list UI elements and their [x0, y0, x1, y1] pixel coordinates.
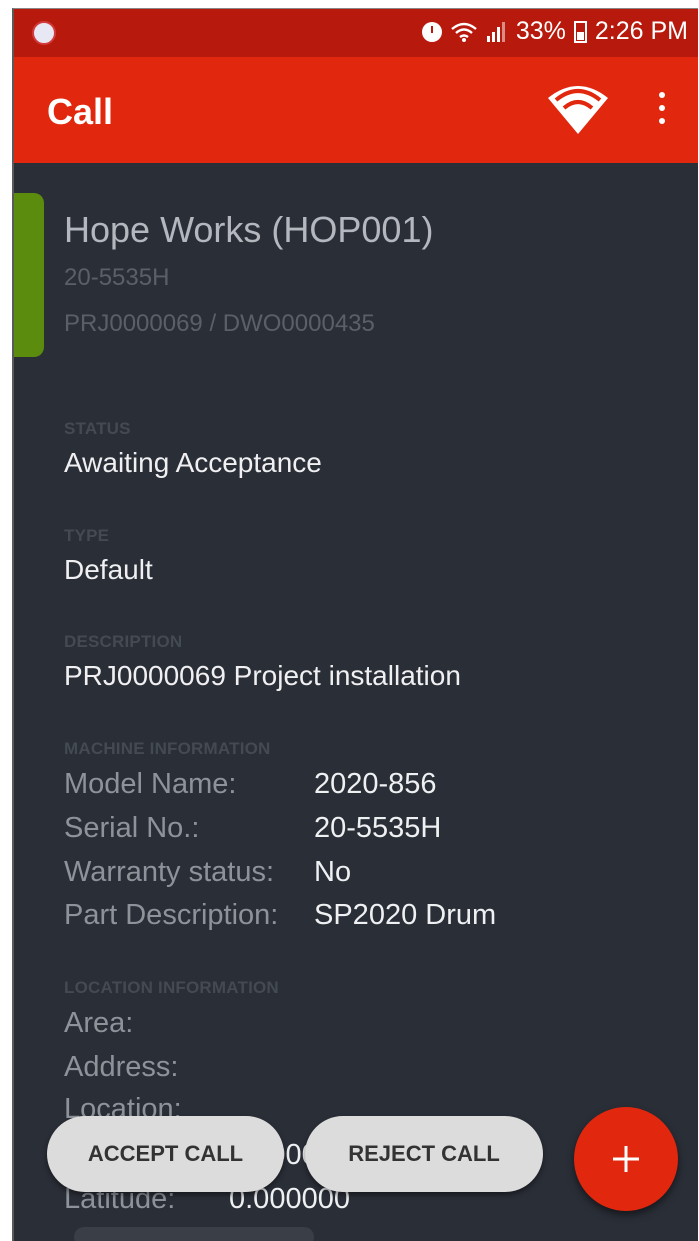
part-description-key: Part Description: — [64, 899, 279, 931]
status-value: Awaiting Acceptance — [64, 447, 322, 478]
customer-title: Hope Works (HOP001) — [64, 209, 434, 250]
serial-no-key: Serial No.: — [64, 812, 200, 844]
warranty-value: No — [314, 856, 352, 888]
status-label: STATUS — [64, 419, 131, 438]
warranty-key: Warranty status: — [64, 856, 275, 888]
accept-call-button[interactable]: ACCEPT CALL — [47, 1116, 284, 1192]
part-description-value: SP2020 Drum — [314, 899, 497, 931]
status-icons: 33% 2:26 PM — [421, 17, 688, 46]
area-key: Area: — [64, 1007, 134, 1039]
serial-subtitle: 20-5535H — [64, 264, 170, 291]
alarm-icon — [421, 21, 442, 42]
more-vertical-icon[interactable] — [657, 92, 667, 128]
phone-screen: 33% 2:26 PM Call Hope Works (HOP001) 20-… — [12, 8, 698, 1241]
app-notification-icon — [32, 21, 56, 45]
battery-icon — [573, 20, 587, 43]
plus-icon — [613, 1146, 639, 1172]
wifi-icon[interactable] — [546, 84, 610, 136]
machine-info-label: MACHINE INFORMATION — [64, 739, 271, 758]
wifi-small-icon — [451, 22, 477, 42]
status-accent-bar — [14, 193, 44, 357]
location-info-label: LOCATION INFORMATION — [64, 978, 279, 997]
type-label: TYPE — [64, 526, 110, 545]
signal-icon — [486, 21, 505, 42]
app-bar: Call — [14, 57, 698, 163]
project-subtitle: PRJ0000069 / DWO0000435 — [64, 310, 375, 337]
description-label: DESCRIPTION — [64, 632, 183, 651]
battery-percent: 33% — [515, 17, 566, 45]
serial-no-value: 20-5535H — [314, 812, 442, 844]
clock: 2:26 PM — [594, 17, 688, 45]
add-fab-button[interactable] — [574, 1107, 678, 1211]
model-name-key: Model Name: — [64, 768, 237, 800]
description-value: PRJ0000069 Project installation — [64, 660, 461, 691]
status-bar: 33% 2:26 PM — [14, 9, 698, 57]
address-key: Address: — [64, 1051, 179, 1083]
reject-call-button[interactable]: REJECT CALL — [305, 1116, 543, 1192]
type-value: Default — [64, 554, 153, 585]
scroll-hint — [74, 1227, 314, 1241]
page-title: Call — [47, 91, 114, 132]
model-name-value: 2020-856 — [314, 768, 437, 800]
